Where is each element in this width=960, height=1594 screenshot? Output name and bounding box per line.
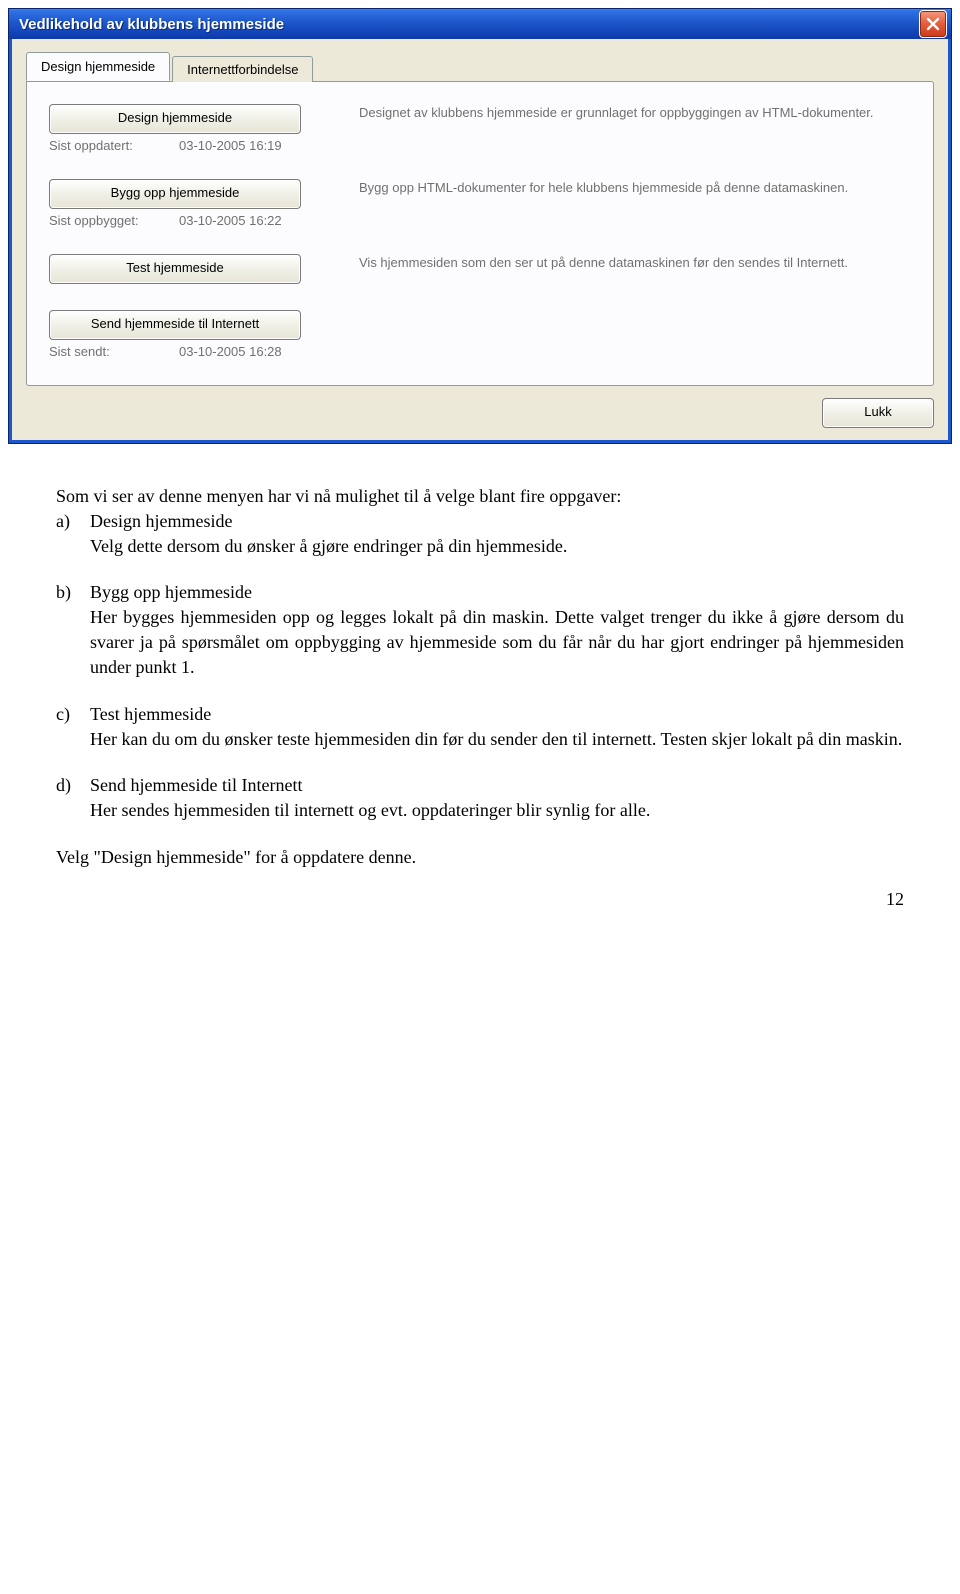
tabpanel-design: Design hjemmeside Sist oppdatert: 03-10-… xyxy=(26,81,934,386)
outro-text: Velg "Design hjemmeside" for å oppdatere… xyxy=(56,845,904,870)
list-item: b) Bygg opp hjemmeside Her bygges hjemme… xyxy=(56,580,904,679)
item-body-text: Her kan du om du ønsker teste hjemmeside… xyxy=(90,729,902,749)
bygg-opp-hjemmeside-button[interactable]: Bygg opp hjemmeside xyxy=(49,179,301,209)
item-marker: c) xyxy=(56,702,90,752)
dialog-footer: Lukk xyxy=(26,386,934,428)
status-label: Sist oppbygget: xyxy=(49,213,179,228)
description-text: Designet av klubbens hjemmeside er grunn… xyxy=(339,104,911,153)
item-marker: b) xyxy=(56,580,90,679)
status-value: 03-10-2005 16:28 xyxy=(179,344,339,359)
titlebar[interactable]: Vedlikehold av klubbens hjemmeside xyxy=(9,9,951,39)
tabstrip: Design hjemmeside Internettforbindelse xyxy=(26,53,934,81)
test-hjemmeside-button[interactable]: Test hjemmeside xyxy=(49,254,301,284)
item-title: Bygg opp hjemmeside xyxy=(90,582,252,602)
item-title: Design hjemmeside xyxy=(90,511,232,531)
description-text: Vis hjemmesiden som den ser ut på denne … xyxy=(339,254,911,284)
dialog-window: Vedlikehold av klubbens hjemmeside Desig… xyxy=(8,8,952,444)
row-bygg: Bygg opp hjemmeside Sist oppbygget: 03-1… xyxy=(49,179,911,228)
row-test: Test hjemmeside Vis hjemmesiden som den … xyxy=(49,254,911,284)
status-value: 03-10-2005 16:19 xyxy=(179,138,339,153)
window-title: Vedlikehold av klubbens hjemmeside xyxy=(19,16,919,33)
list-item: d) Send hjemmeside til Internett Her sen… xyxy=(56,773,904,823)
item-title: Test hjemmeside xyxy=(90,704,211,724)
lukk-button[interactable]: Lukk xyxy=(822,398,934,428)
status-label: Sist sendt: xyxy=(49,344,179,359)
row-design: Design hjemmeside Sist oppdatert: 03-10-… xyxy=(49,104,911,153)
row-send: Send hjemmeside til Internett Sist sendt… xyxy=(49,310,911,359)
page-number: 12 xyxy=(886,889,904,910)
intro-text: Som vi ser av denne menyen har vi nå mul… xyxy=(56,484,904,509)
list-item: c) Test hjemmeside Her kan du om du ønsk… xyxy=(56,702,904,752)
description-text xyxy=(339,310,911,359)
item-marker: d) xyxy=(56,773,90,823)
close-icon[interactable] xyxy=(919,10,947,38)
design-hjemmeside-button[interactable]: Design hjemmeside xyxy=(49,104,301,134)
tab-internettforbindelse[interactable]: Internettforbindelse xyxy=(172,56,313,82)
list-item: a) Design hjemmeside Velg dette dersom d… xyxy=(56,509,904,559)
document-body: Som vi ser av denne menyen har vi nå mul… xyxy=(0,444,960,870)
client-area: Design hjemmeside Internettforbindelse D… xyxy=(9,39,951,443)
status-label: Sist oppdatert: xyxy=(49,138,179,153)
status-value: 03-10-2005 16:22 xyxy=(179,213,339,228)
description-text: Bygg opp HTML-dokumenter for hele klubbe… xyxy=(339,179,911,228)
send-hjemmeside-button[interactable]: Send hjemmeside til Internett xyxy=(49,310,301,340)
tab-design-hjemmeside[interactable]: Design hjemmeside xyxy=(26,52,170,81)
item-body-text: Her bygges hjemmesiden opp og legges lok… xyxy=(90,607,904,677)
item-title: Send hjemmeside til Internett xyxy=(90,775,302,795)
item-marker: a) xyxy=(56,509,90,559)
item-body-text: Her sendes hjemmesiden til internett og … xyxy=(90,800,650,820)
item-body-text: Velg dette dersom du ønsker å gjøre endr… xyxy=(90,536,567,556)
